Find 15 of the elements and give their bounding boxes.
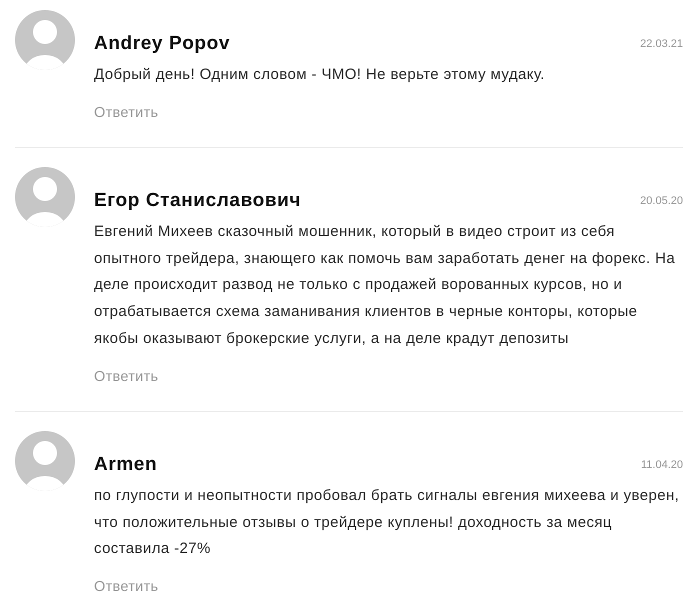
comment-text: Добрый день! Одним словом - ЧМО! Не верьте этому мудаку.: [94, 65, 546, 85]
comment-date: 20.05.20: [640, 194, 683, 207]
reply-link[interactable]: Ответить: [94, 366, 158, 387]
author-name: Егор Станиславович: [94, 190, 302, 212]
author-name: Armen: [94, 454, 158, 476]
comment-date: 22.03.21: [640, 38, 683, 50]
avatar-icon: [15, 10, 75, 70]
author-name: Andrey Popov: [94, 33, 230, 55]
avatar-icon: [15, 166, 75, 227]
comment-text: Евгений Михеев сказочный мошенник, который в видео строит из себя опытного трейдера, знающего как помочь вам заработать денег на форекс. На деле происходит развод не только с продажей ворованных курсов, но и отрабатывается схема заманивания клиентов в черные конторы, которые якобы оказывают брокерские услуги, а на деле крадут депозиты: [94, 222, 676, 349]
comment-text: по глупости и неопытности пробовал брать сигналы евгения михеева и уверен, что положительные отзывы о трейдере куплены! доходность за месяц составила -27%: [94, 486, 680, 560]
reply-link[interactable]: Ответить: [94, 577, 158, 598]
reply-link[interactable]: Ответить: [94, 102, 158, 123]
comment-date: 11.04.20: [640, 458, 683, 471]
avatar-icon: [15, 430, 75, 491]
